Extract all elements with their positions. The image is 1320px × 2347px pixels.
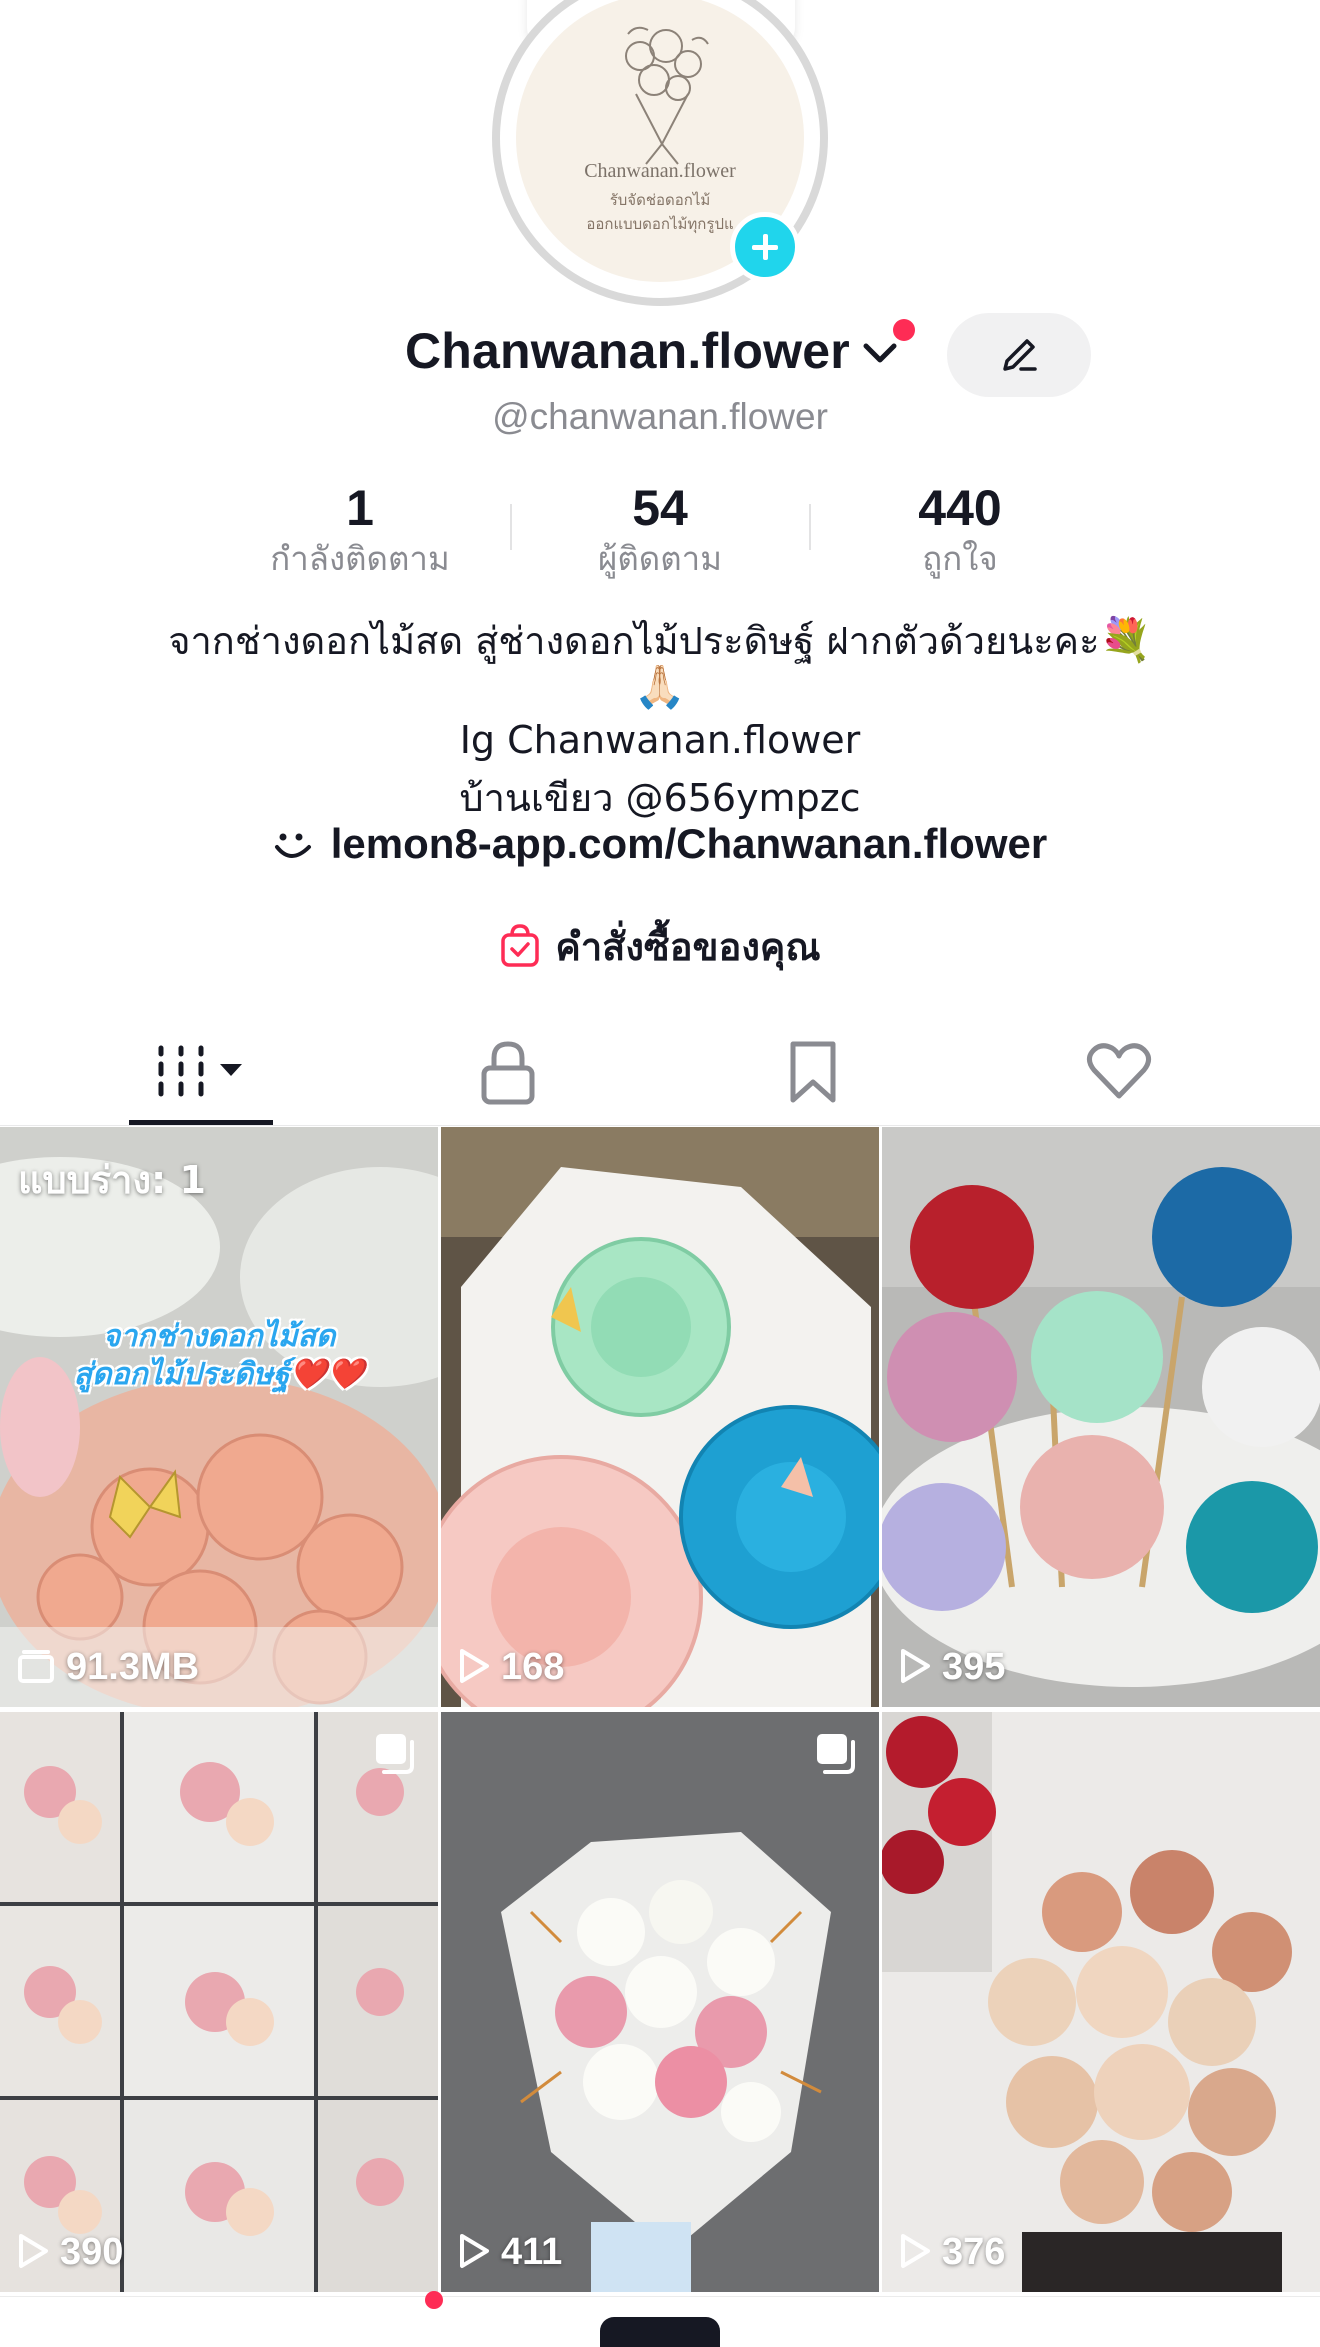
view-count-text: 168 bbox=[501, 1646, 565, 1688]
multi-photo-icon bbox=[376, 1734, 414, 1774]
stat-likes[interactable]: 440 ถูกใจ bbox=[810, 478, 1110, 580]
stat-followers[interactable]: 54 ผู้ติดตาม bbox=[510, 478, 810, 580]
draft-size: 91.3MB bbox=[16, 1646, 199, 1689]
tab-private[interactable] bbox=[418, 1030, 598, 1130]
photo-thumbnail-image bbox=[441, 1712, 879, 2292]
stat-label: กำลังติดตาม bbox=[270, 539, 450, 578]
notification-dot bbox=[893, 319, 915, 341]
play-icon bbox=[460, 1648, 489, 1683]
stat-value: 1 bbox=[346, 480, 374, 536]
add-story-button[interactable] bbox=[730, 212, 800, 282]
tab-videos[interactable] bbox=[111, 1030, 291, 1130]
inbox-badge-dot bbox=[425, 2291, 443, 2309]
shopping-bag-icon bbox=[501, 923, 540, 967]
stat-value: 54 bbox=[632, 480, 688, 536]
draft-caption-line2: สู่ดอกไม้ประดิษฐ์❤️❤️ bbox=[0, 1351, 438, 1398]
bookmark-icon bbox=[790, 1041, 836, 1103]
video-thumbnail-image bbox=[882, 1712, 1320, 2292]
stat-following[interactable]: 1 กำลังติดตาม bbox=[210, 478, 510, 580]
bio-link-text: lemon8-app.com/Chanwanan.flower bbox=[330, 820, 1048, 867]
praying-hands-emoji: 🙏🏻 bbox=[633, 662, 687, 711]
photo-thumbnail-image bbox=[0, 1712, 438, 2292]
view-count: 390 bbox=[16, 2231, 123, 2274]
your-orders-link[interactable]: คำสั่งซื้อของคุณ bbox=[0, 916, 1320, 977]
tabs-divider bbox=[0, 1125, 1320, 1126]
stat-label: ถูกใจ bbox=[922, 539, 998, 578]
view-count-text: 390 bbox=[60, 2231, 124, 2273]
edit-profile-button[interactable] bbox=[947, 313, 1091, 397]
tab-saved[interactable] bbox=[723, 1030, 903, 1130]
lock-icon bbox=[481, 1041, 535, 1105]
bio-line-3: Ig Chanwanan.flower bbox=[459, 718, 861, 762]
draft-label: แบบร่าง: 1 bbox=[18, 1158, 206, 1202]
play-icon bbox=[901, 1648, 930, 1683]
view-count: 411 bbox=[457, 2231, 562, 2274]
lemon8-icon bbox=[274, 833, 311, 858]
bio-line-2: 🙏🏻 bbox=[0, 662, 1320, 712]
username-handle: @chanwanan.flower bbox=[492, 396, 828, 437]
avatar-name-text: Chanwanan.flower bbox=[584, 160, 736, 182]
draft-thumbnail-image bbox=[0, 1127, 438, 1707]
play-icon bbox=[460, 2233, 489, 2268]
view-count-text: 376 bbox=[942, 2231, 1006, 2273]
view-count-text: 411 bbox=[501, 2231, 563, 2273]
bouquet-emoji: 💐 bbox=[1099, 615, 1152, 664]
display-name[interactable]: Chanwanan.flower bbox=[405, 322, 850, 380]
view-count: 395 bbox=[898, 1646, 1005, 1689]
stat-label: ผู้ติดตาม bbox=[598, 539, 722, 578]
video-thumbnail-image bbox=[882, 1127, 1320, 1707]
bio-line-4: บ้านเขียว @656ympzc bbox=[459, 776, 861, 820]
view-count: 168 bbox=[457, 1646, 564, 1689]
grid-item-video[interactable]: 395 bbox=[882, 1127, 1320, 1707]
view-count: 376 bbox=[898, 2231, 1005, 2274]
pencil-icon bbox=[1003, 339, 1037, 371]
chevron-down-icon[interactable] bbox=[860, 338, 900, 368]
your-orders-text: คำสั่งซื้อของคุณ bbox=[555, 925, 821, 969]
tab-liked[interactable] bbox=[1029, 1030, 1209, 1130]
draft-size-text: 91.3MB bbox=[66, 1646, 200, 1688]
video-thumbnail-image bbox=[441, 1127, 879, 1707]
stat-value: 440 bbox=[918, 480, 1002, 536]
grid-icon bbox=[158, 1045, 242, 1097]
grid-item-video[interactable]: 168 bbox=[441, 1127, 879, 1707]
grid-item-photo[interactable]: 411 bbox=[441, 1712, 879, 2292]
view-count-text: 395 bbox=[942, 1646, 1006, 1688]
create-button[interactable] bbox=[600, 2317, 720, 2347]
grid-item-photo[interactable]: 390 bbox=[0, 1712, 438, 2292]
bio-link[interactable]: lemon8-app.com/Chanwanan.flower bbox=[0, 820, 1320, 868]
active-tab-indicator bbox=[129, 1120, 273, 1125]
play-icon bbox=[901, 2233, 930, 2268]
heart-icon bbox=[1086, 1043, 1152, 1099]
bottom-navigation-bar bbox=[0, 2291, 1320, 2347]
avatar-tagline-1: รับจัดช่อดอกไม้ bbox=[609, 191, 711, 209]
multi-photo-icon bbox=[817, 1734, 855, 1774]
storage-icon bbox=[18, 1649, 54, 1683]
hearts-emoji: ❤️❤️ bbox=[289, 1357, 365, 1392]
grid-item-video[interactable]: 376 bbox=[882, 1712, 1320, 2292]
grid-item-draft[interactable]: แบบร่าง: 1 จากช่างดอกไม้สด สู่ดอกไม้ประด… bbox=[0, 1127, 438, 1707]
bio-text: จากช่างดอกไม้สด สู่ช่างดอกไม้ประดิษฐ์ ฝา… bbox=[168, 619, 1100, 663]
play-icon bbox=[19, 2233, 48, 2268]
draft-caption-text: สู่ดอกไม้ประดิษฐ์ bbox=[73, 1357, 290, 1392]
